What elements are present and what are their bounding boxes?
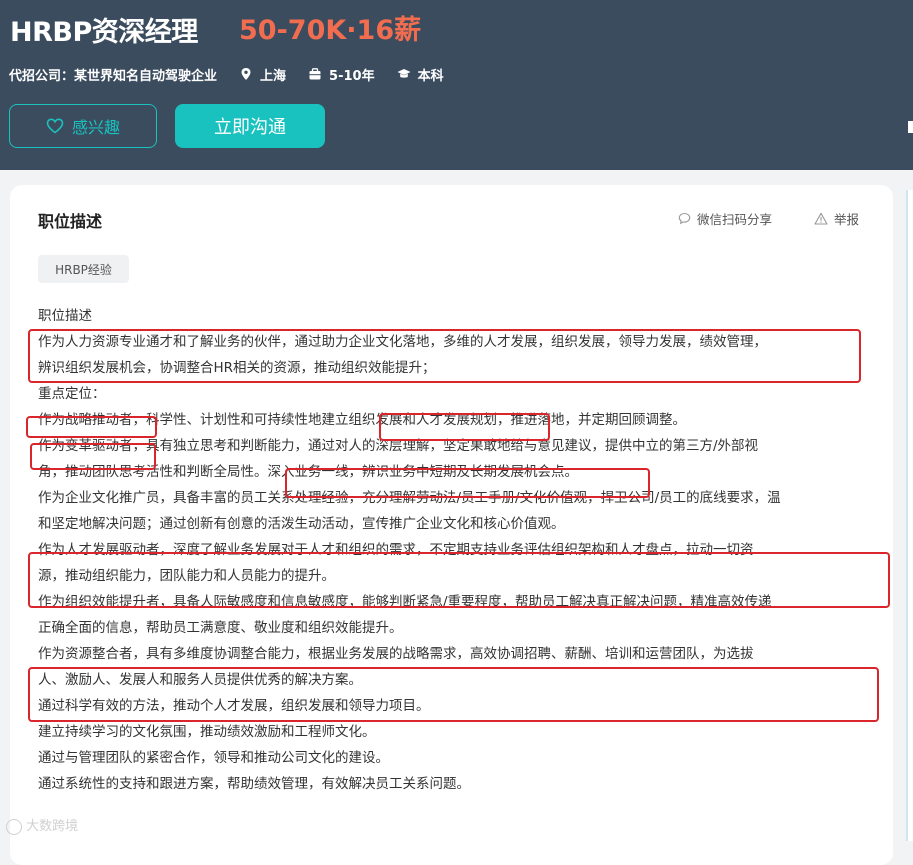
side-panel-edge [906, 190, 913, 841]
education-label: 本科 [417, 68, 444, 84]
watermark-logo-icon [6, 818, 22, 835]
description-line: 作为人才发展驱动者，深度了解业务发展对于人才和组织的需求，不定期支持业务评估组织… [38, 542, 754, 558]
graduation-cap-icon [397, 69, 411, 78]
edge-fragment [908, 121, 913, 133]
description-line: 作为资源整合者，具有多维度协调整合能力，根据业务发展的战略需求，高效协调招聘、薪… [38, 646, 754, 662]
wechat-share-link[interactable]: 微信扫码分享 [678, 210, 773, 227]
description-line: 作为企业文化推广员，具备丰富的员工关系处理经验，充分理解劳动法/员工手册/文化价… [38, 490, 781, 506]
watermark-text: 大数跨境 [26, 819, 79, 834]
description-line: 作为人力资源专业通才和了解业务的伙伴，通过助力企业文化落地，多维的人才发展，组织… [38, 334, 767, 350]
briefcase-icon [309, 68, 321, 80]
heart-icon [46, 118, 64, 134]
chat-now-button[interactable]: 立即沟通 [175, 104, 325, 148]
section-title: 职位描述 [38, 212, 103, 231]
description-line: 正确全面的信息，帮助员工满意度、敬业度和组织效能提升。 [38, 620, 403, 636]
location-pin-icon [241, 68, 251, 80]
description-line: 建立持续学习的文化氛围，推动绩效激励和工程师文化。 [38, 724, 376, 740]
warning-icon [814, 212, 828, 225]
skill-tag: HRBP经验 [38, 255, 129, 283]
description-line: 重点定位： [38, 386, 106, 402]
company-label: 代招公司：某世界知名自动驾驶企业 [9, 68, 218, 84]
job-description-text: 职位描述 作为人力资源专业通才和了解业务的伙伴，通过助力企业文化落地，多维的人才… [38, 303, 878, 797]
description-line: 通过科学有效的方法，推动个人才发展，组织发展和领导力项目。 [38, 698, 430, 714]
chat-bubble-icon [678, 212, 691, 224]
description-line: 人、激励人、发展人和服务人员提供优秀的解决方案。 [38, 672, 362, 688]
job-header: HRBP资深经理 50-70K·16薪 代招公司：某世界知名自动驾驶企业 上海 … [0, 0, 913, 170]
description-line: 源，推动组织能力，团队能力和人员能力的提升。 [38, 568, 335, 584]
description-line: 作为变革驱动者，具有独立思考和判断能力，通过对人的深层理解，坚定果敢地给与意见建… [38, 438, 759, 454]
interest-button-label: 感兴趣 [71, 118, 120, 137]
description-line: 通过与管理团队的紧密合作，领导和推动公司文化的建设。 [38, 750, 389, 766]
report-link[interactable]: 举报 [814, 210, 860, 227]
job-meta: 代招公司：某世界知名自动驾驶企业 上海 5-10年 本科 [9, 65, 444, 84]
description-line: 角，推动团队思考活性和判断全局性。深入业务一线，辨识业务中短期及长期发展机会点。 [38, 464, 578, 480]
location-label: 上海 [260, 68, 287, 84]
description-line: 辨识组织发展机会，协调整合HR相关的资源，推动组织效能提升； [38, 360, 436, 376]
job-title: HRBP资深经理 [10, 17, 198, 48]
description-line: 和坚定地解决问题；通过创新有创意的活泼生动活动，宣传推广企业文化和核心价值观。 [38, 516, 565, 532]
share-label: 微信扫码分享 [697, 211, 773, 227]
watermark: 大数跨境 [6, 815, 78, 835]
interest-button[interactable]: 感兴趣 [9, 104, 157, 148]
description-line: 职位描述 [38, 308, 92, 324]
description-line: 作为组织效能提升者，具备人际敏感度和信息敏感度，能够判断紧急/重要程度，帮助员工… [38, 594, 772, 610]
experience-label: 5-10年 [329, 68, 375, 84]
job-description-card: 职位描述 微信扫码分享 举报 HRBP经验 职位描述 作为人力资源专业通才和了解… [10, 185, 893, 865]
report-label: 举报 [834, 211, 860, 227]
description-line: 作为战略推动者，科学性、计划性和可持续性地建立组织发展和人才发展规划，推进落地，… [38, 412, 686, 428]
salary: 50-70K·16薪 [239, 15, 422, 46]
description-line: 通过系统性的支持和跟进方案，帮助绩效管理，有效解决员工关系问题。 [38, 776, 470, 792]
